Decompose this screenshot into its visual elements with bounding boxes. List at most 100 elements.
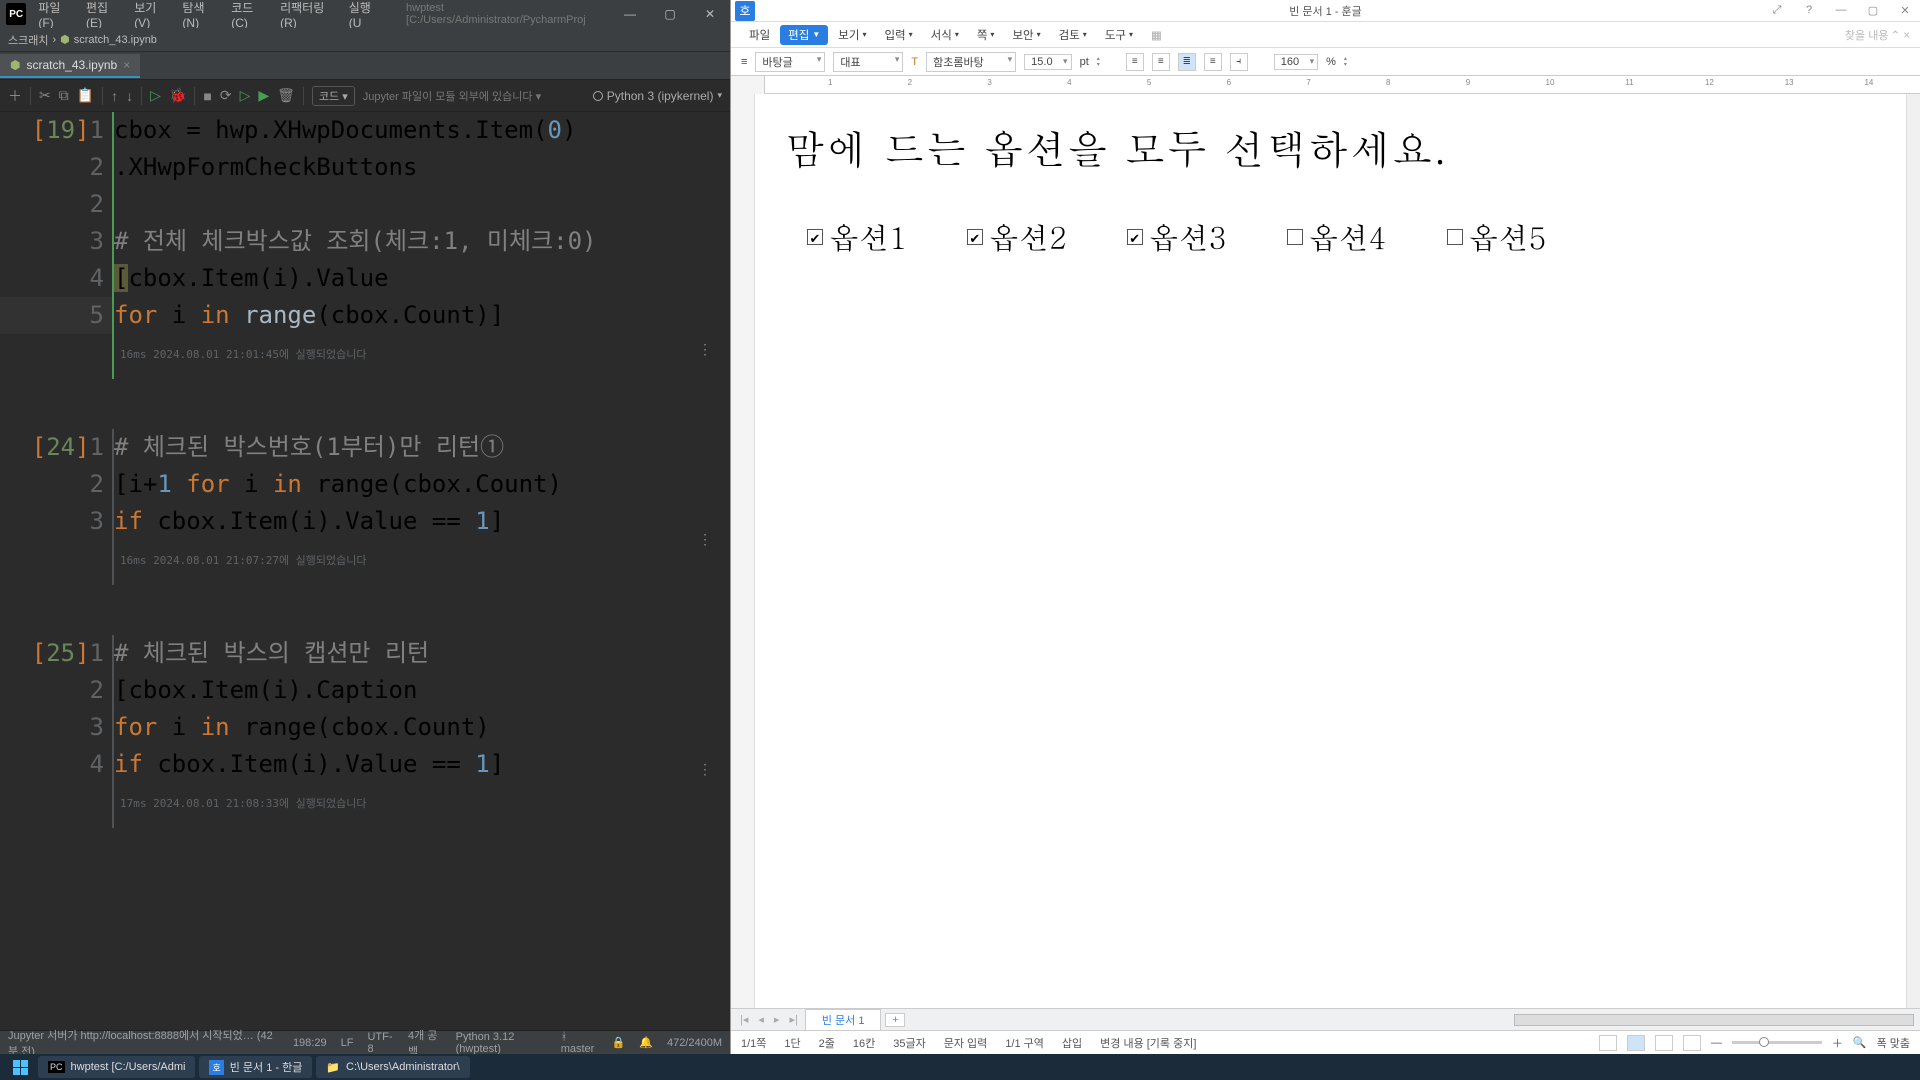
maximize-button[interactable]: ▢ (650, 0, 690, 28)
line-spacing-input[interactable]: 160 (1274, 54, 1318, 70)
menu-input[interactable]: 입력▾ (876, 25, 920, 45)
font-select[interactable]: 함초롬바탕 (926, 52, 1016, 72)
align-dist-button[interactable]: ⫞ (1230, 53, 1248, 71)
menu-security[interactable]: 보안▾ (1004, 25, 1048, 45)
option-4[interactable]: 옵션4 (1287, 216, 1387, 258)
notifications-icon[interactable]: 🔔 (639, 1036, 653, 1049)
status-memory[interactable]: 472/2400M (667, 1037, 722, 1049)
hwp-minimize-button[interactable]: — (1826, 4, 1856, 17)
start-button[interactable] (6, 1060, 34, 1075)
taskbar-pycharm[interactable]: PChwptest [C:/Users/Admi (38, 1056, 195, 1078)
sheet-tab-1[interactable]: 빈 문서 1 (805, 1009, 882, 1030)
status-encoding[interactable]: UTF-8 (367, 1031, 394, 1055)
horizontal-scrollbar[interactable] (1514, 1014, 1914, 1026)
run-all-button[interactable]: ▷ (240, 87, 251, 104)
lock-icon[interactable]: 🔒 (612, 1036, 626, 1049)
breadcrumb-file[interactable]: scratch_43.ipynb (74, 34, 157, 46)
document-heading[interactable]: 맘에 드는 옵션을 모두 선택하세요. (785, 120, 1900, 176)
menu-extra-icon[interactable]: ▦ (1143, 26, 1170, 44)
cell-type-select[interactable]: 코드 ▾ (312, 86, 355, 106)
menu-format[interactable]: 서식▾ (923, 25, 967, 45)
align-center-button[interactable]: ≡ (1152, 53, 1170, 71)
zoom-in-button[interactable]: ＋ (1832, 1035, 1843, 1051)
menu-edit[interactable]: 편집▼ (780, 25, 828, 45)
cell-menu-icon[interactable]: ⋮ (698, 752, 712, 789)
menu-search-input[interactable]: 찾을 내용 (1845, 27, 1889, 43)
cell-19[interactable]: ▲1 ▲2 ︿﹀ [19]1 cbox = hwp.XHwpDocuments.… (0, 112, 730, 379)
checkbox-icon[interactable] (1447, 229, 1463, 245)
sheet-prev-icon[interactable]: ◂ (755, 1013, 767, 1026)
style-select[interactable]: 바탕글 (755, 52, 825, 72)
add-sheet-button[interactable]: + (885, 1013, 905, 1027)
size-spinner[interactable]: ▴▾ (1097, 56, 1100, 68)
status-caret-pos[interactable]: 198:29 (293, 1037, 327, 1049)
cut-button[interactable]: ✂ (39, 87, 51, 104)
menu-file[interactable]: 파일 (741, 25, 778, 45)
minimize-button[interactable]: — (610, 0, 650, 28)
option-1[interactable]: ✔옵션1 (807, 216, 907, 258)
menu-tools[interactable]: 도구▾ (1097, 25, 1141, 45)
checkbox-icon[interactable]: ✔ (967, 229, 983, 245)
status-change-tracking[interactable]: 변경 내용 [기록 중지] (1100, 1035, 1196, 1051)
stop-button[interactable]: ■ (203, 88, 211, 104)
taskbar-explorer[interactable]: 📁C:\Users\Administrator\ (316, 1056, 469, 1078)
editor-area[interactable]: ▲1 ▲2 ︿﹀ [19]1 cbox = hwp.XHwpDocuments.… (0, 112, 730, 1030)
view-mode-3[interactable] (1655, 1035, 1673, 1051)
zoom-out-button[interactable]: — (1711, 1037, 1722, 1049)
vertical-scrollbar[interactable] (1906, 94, 1920, 1008)
spacing-spinner[interactable]: ▴▾ (1344, 56, 1347, 68)
cell-menu-icon[interactable]: ⋮ (698, 332, 712, 369)
status-interpreter[interactable]: Python 3.12 (hwptest) (456, 1031, 547, 1055)
horizontal-ruler[interactable]: 1234567891011121314 (731, 76, 1920, 94)
hwp-maximize-button[interactable]: ▢ (1858, 4, 1888, 17)
view-mode-4[interactable] (1683, 1035, 1701, 1051)
status-git-branch[interactable]: ᚼ master (561, 1031, 598, 1055)
option-5[interactable]: 옵션5 (1447, 216, 1547, 258)
zoom-slider[interactable] (1732, 1041, 1822, 1044)
cell-24[interactable]: [24]1 # 체크된 박스번호(1부터)만 리턴① 2[i+1 for i i… (0, 429, 730, 585)
zoom-fit-icon[interactable]: 🔍 (1853, 1036, 1867, 1049)
status-page[interactable]: 1/1쪽 (741, 1035, 766, 1051)
option-3[interactable]: ✔옵션3 (1127, 216, 1227, 258)
zoom-fit-label[interactable]: 폭 맞춤 (1877, 1035, 1910, 1051)
sheet-first-icon[interactable]: |◂ (737, 1013, 751, 1026)
restart-button[interactable]: ⟳ (220, 87, 232, 104)
status-insert[interactable]: 삽입 (1062, 1035, 1082, 1051)
rep-select[interactable]: 대표 (833, 52, 903, 72)
status-line-sep[interactable]: LF (341, 1037, 354, 1049)
tab-scratch43[interactable]: ⬢ scratch_43.ipynb × (0, 54, 140, 78)
status-input-mode[interactable]: 문자 입력 (944, 1035, 988, 1051)
run-cell-button[interactable]: ▷ (150, 87, 161, 104)
align-left-button[interactable]: ≡ (1126, 53, 1144, 71)
cell-menu-icon[interactable]: ⋮ (698, 522, 712, 559)
sheet-next-icon[interactable]: ▸ (771, 1013, 783, 1026)
vertical-ruler[interactable] (731, 94, 755, 1008)
hwp-compact-icon[interactable]: ⤢ (1762, 4, 1792, 17)
move-down-button[interactable]: ↓ (126, 88, 133, 104)
menu-view[interactable]: 보기▾ (830, 25, 874, 45)
tab-close-icon[interactable]: × (123, 58, 130, 72)
hwp-close-button[interactable]: ✕ (1890, 4, 1920, 17)
align-justify-button[interactable]: ≣ (1178, 53, 1196, 71)
debug-cell-button[interactable]: 🐞 (169, 87, 186, 104)
taskbar-hangul[interactable]: 호빈 문서 1 - 한글 (199, 1056, 312, 1078)
checkbox-icon[interactable]: ✔ (1127, 229, 1143, 245)
menu-page[interactable]: 쪽▾ (969, 25, 1003, 45)
clear-output-button[interactable]: 🗑 (277, 87, 295, 104)
checkbox-icon[interactable]: ✔ (807, 229, 823, 245)
align-right-button[interactable]: ≡ (1204, 53, 1222, 71)
add-cell-button[interactable]: ＋ (8, 86, 22, 106)
cell-25[interactable]: [25]1 # 체크된 박스의 캡션만 리턴 2[cbox.Item(i).Ca… (0, 635, 730, 828)
copy-button[interactable]: ⧉ (59, 87, 69, 104)
sheet-last-icon[interactable]: ▸| (786, 1013, 800, 1026)
view-mode-1[interactable] (1599, 1035, 1617, 1051)
menu-review[interactable]: 검토▾ (1051, 25, 1095, 45)
font-size-input[interactable]: 15.0 (1024, 54, 1071, 70)
paste-button[interactable]: 📋 (77, 87, 94, 104)
checkbox-icon[interactable] (1287, 229, 1303, 245)
run-debug-button[interactable]: ▶ (258, 87, 269, 104)
close-button[interactable]: ✕ (690, 0, 730, 28)
move-up-button[interactable]: ↑ (111, 88, 118, 104)
view-mode-2[interactable] (1627, 1035, 1645, 1051)
document-canvas[interactable]: 맘에 드는 옵션을 모두 선택하세요. ✔옵션1 ✔옵션2 ✔옵션3 옵션4 옵… (731, 94, 1920, 1008)
